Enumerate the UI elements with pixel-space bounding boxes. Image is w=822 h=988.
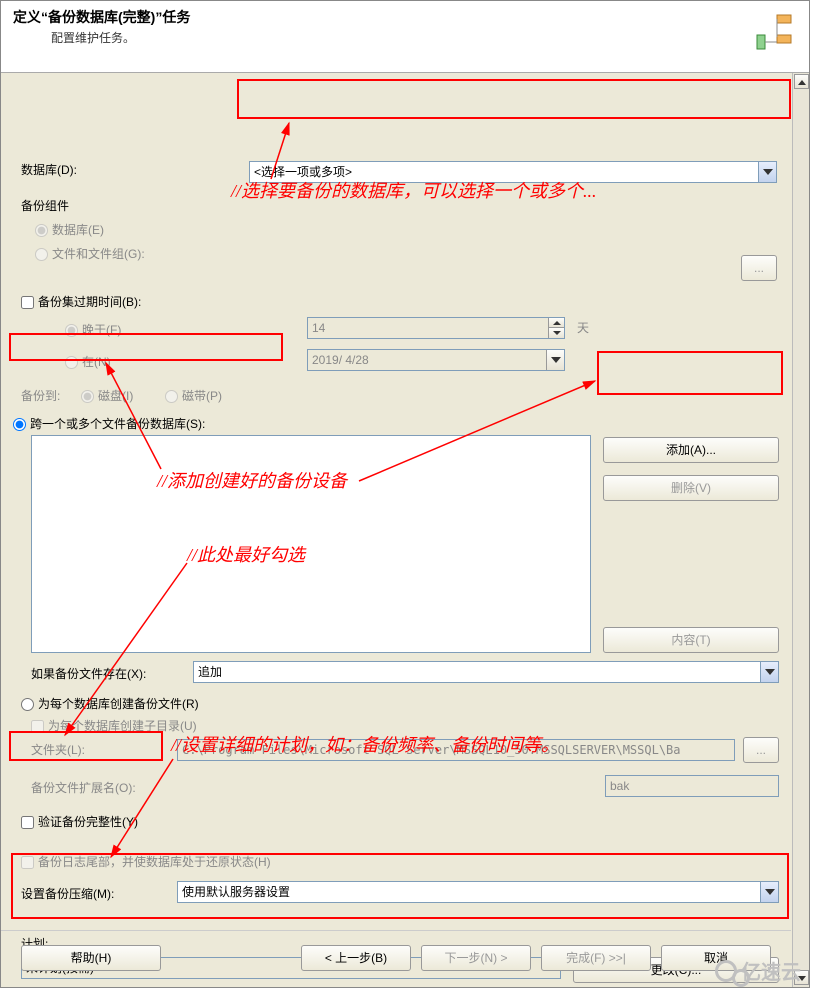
after-radio: [65, 324, 78, 337]
dialog-subtitle: 配置维护任务。: [51, 29, 797, 46]
ext-label: 备份文件扩展名(O):: [31, 779, 136, 796]
verify-label: 验证备份完整性(Y): [38, 815, 138, 829]
next-label: 下一步(N) >: [444, 951, 507, 965]
folder-value: C:\Program Files\Microsoft SQL Server\MS…: [182, 743, 681, 757]
watermark-text: 亿速云: [741, 956, 801, 985]
finish-label: 完成(F) >>|: [566, 951, 626, 965]
per-db-radio[interactable]: [21, 698, 34, 711]
chevron-down-icon[interactable]: [760, 662, 778, 682]
tape-radio-label: 磁带(P): [182, 389, 222, 403]
files-radio: [35, 248, 48, 261]
across-files-radio[interactable]: [13, 418, 26, 431]
per-db-label: 为每个数据库创建备份文件(R): [38, 697, 199, 711]
chevron-down-icon[interactable]: [758, 162, 776, 182]
back-label: < 上一步(B): [325, 951, 387, 965]
backup-files-listbox[interactable]: [31, 435, 591, 653]
highlight-box-database: [237, 79, 791, 119]
subdir-label: 为每个数据库创建子目录(U): [48, 719, 197, 733]
ext-textbox: bak: [605, 775, 779, 797]
help-button[interactable]: 帮助(H): [21, 945, 161, 971]
tail-label: 备份日志尾部，并使数据库处于还原状态(H): [38, 855, 271, 869]
if-exists-combo[interactable]: 追加: [193, 661, 779, 683]
annotation-arrow: [63, 757, 183, 867]
spinner-down-icon: [548, 328, 564, 338]
back-button[interactable]: < 上一步(B): [301, 945, 411, 971]
wizard-icon: [749, 7, 799, 57]
files-radio-label: 文件和文件组(G):: [52, 247, 145, 261]
days-value: 14: [312, 321, 325, 335]
compress-combo[interactable]: 使用默认服务器设置: [177, 881, 779, 903]
if-exists-value: 追加: [198, 665, 222, 679]
expire-label: 备份集过期时间(B):: [38, 295, 141, 309]
expire-date-value: 2019/ 4/28: [312, 353, 369, 367]
highlight-box-across: [9, 333, 283, 361]
watermark: 亿速云: [715, 956, 801, 985]
add-button[interactable]: 添加(A)...: [603, 437, 779, 463]
remove-button-label: 删除(V): [671, 481, 711, 495]
database-combo[interactable]: <选择一项或多项>: [249, 161, 777, 183]
expire-checkbox[interactable]: [21, 296, 34, 309]
chevron-down-icon[interactable]: [760, 882, 778, 902]
footer-button-bar: 帮助(H) < 上一步(B) 下一步(N) > 完成(F) >>| 取消: [1, 930, 791, 987]
backup-component-label: 备份组件: [21, 197, 69, 214]
tail-checkbox: [21, 856, 34, 869]
content-button: 内容(T): [603, 627, 779, 653]
database-label: 数据库(D):: [21, 161, 77, 178]
database-radio-label: 数据库(E): [52, 223, 104, 237]
at-radio: [65, 356, 78, 369]
finish-button: 完成(F) >>|: [541, 945, 651, 971]
verify-checkbox[interactable]: [21, 816, 34, 829]
content-area: 数据库(D): <选择一项或多项> 备份组件 数据库(E) 文件和文件组(G):…: [1, 73, 809, 85]
highlight-box-add: [597, 351, 783, 395]
compress-label: 设置备份压缩(M):: [21, 885, 114, 902]
across-files-label: 跨一个或多个文件备份数据库(S):: [30, 417, 205, 431]
remove-button: 删除(V): [603, 475, 779, 501]
spinner-buttons: [548, 318, 564, 338]
vertical-scrollbar[interactable]: [792, 73, 809, 987]
after-label: 晚于(F): [82, 323, 121, 337]
filegroup-browse-button: ...: [741, 255, 777, 281]
add-button-label: 添加(A)...: [666, 443, 716, 457]
dialog-title: 定义“备份数据库(完整)”任务: [13, 7, 797, 27]
expire-date-picker: 2019/ 4/28: [307, 349, 565, 371]
content-button-label: 内容(T): [671, 633, 710, 647]
watermark-icon: [715, 960, 737, 982]
folder-label: 文件夹(L):: [31, 741, 85, 758]
dialog-window: 定义“备份数据库(完整)”任务 配置维护任务。 数据库(D): <选择一项或多项…: [0, 0, 810, 988]
chevron-down-icon: [546, 350, 564, 370]
dialog-header: 定义“备份数据库(完整)”任务 配置维护任务。: [1, 1, 809, 73]
database-combo-value: <选择一项或多项>: [254, 165, 352, 179]
compress-value: 使用默认服务器设置: [182, 885, 290, 899]
days-unit-label: 天: [577, 319, 589, 336]
days-spinner: 14: [307, 317, 565, 339]
help-label: 帮助(H): [71, 951, 112, 965]
folder-textbox: C:\Program Files\Microsoft SQL Server\MS…: [177, 739, 735, 761]
next-button: 下一步(N) >: [421, 945, 531, 971]
disk-radio-label: 磁盘(I): [98, 389, 133, 403]
at-label: 在(N): [82, 355, 111, 369]
ext-value: bak: [610, 779, 629, 793]
folder-browse-button: ...: [743, 737, 779, 763]
subdir-checkbox: [31, 720, 44, 733]
if-exists-label: 如果备份文件存在(X):: [31, 665, 146, 682]
spinner-up-icon: [548, 318, 564, 328]
disk-radio: [81, 390, 94, 403]
tape-radio: [165, 390, 178, 403]
database-radio: [35, 224, 48, 237]
backup-to-label: 备份到:: [21, 387, 60, 404]
folder-browse-label: ...: [756, 743, 766, 757]
